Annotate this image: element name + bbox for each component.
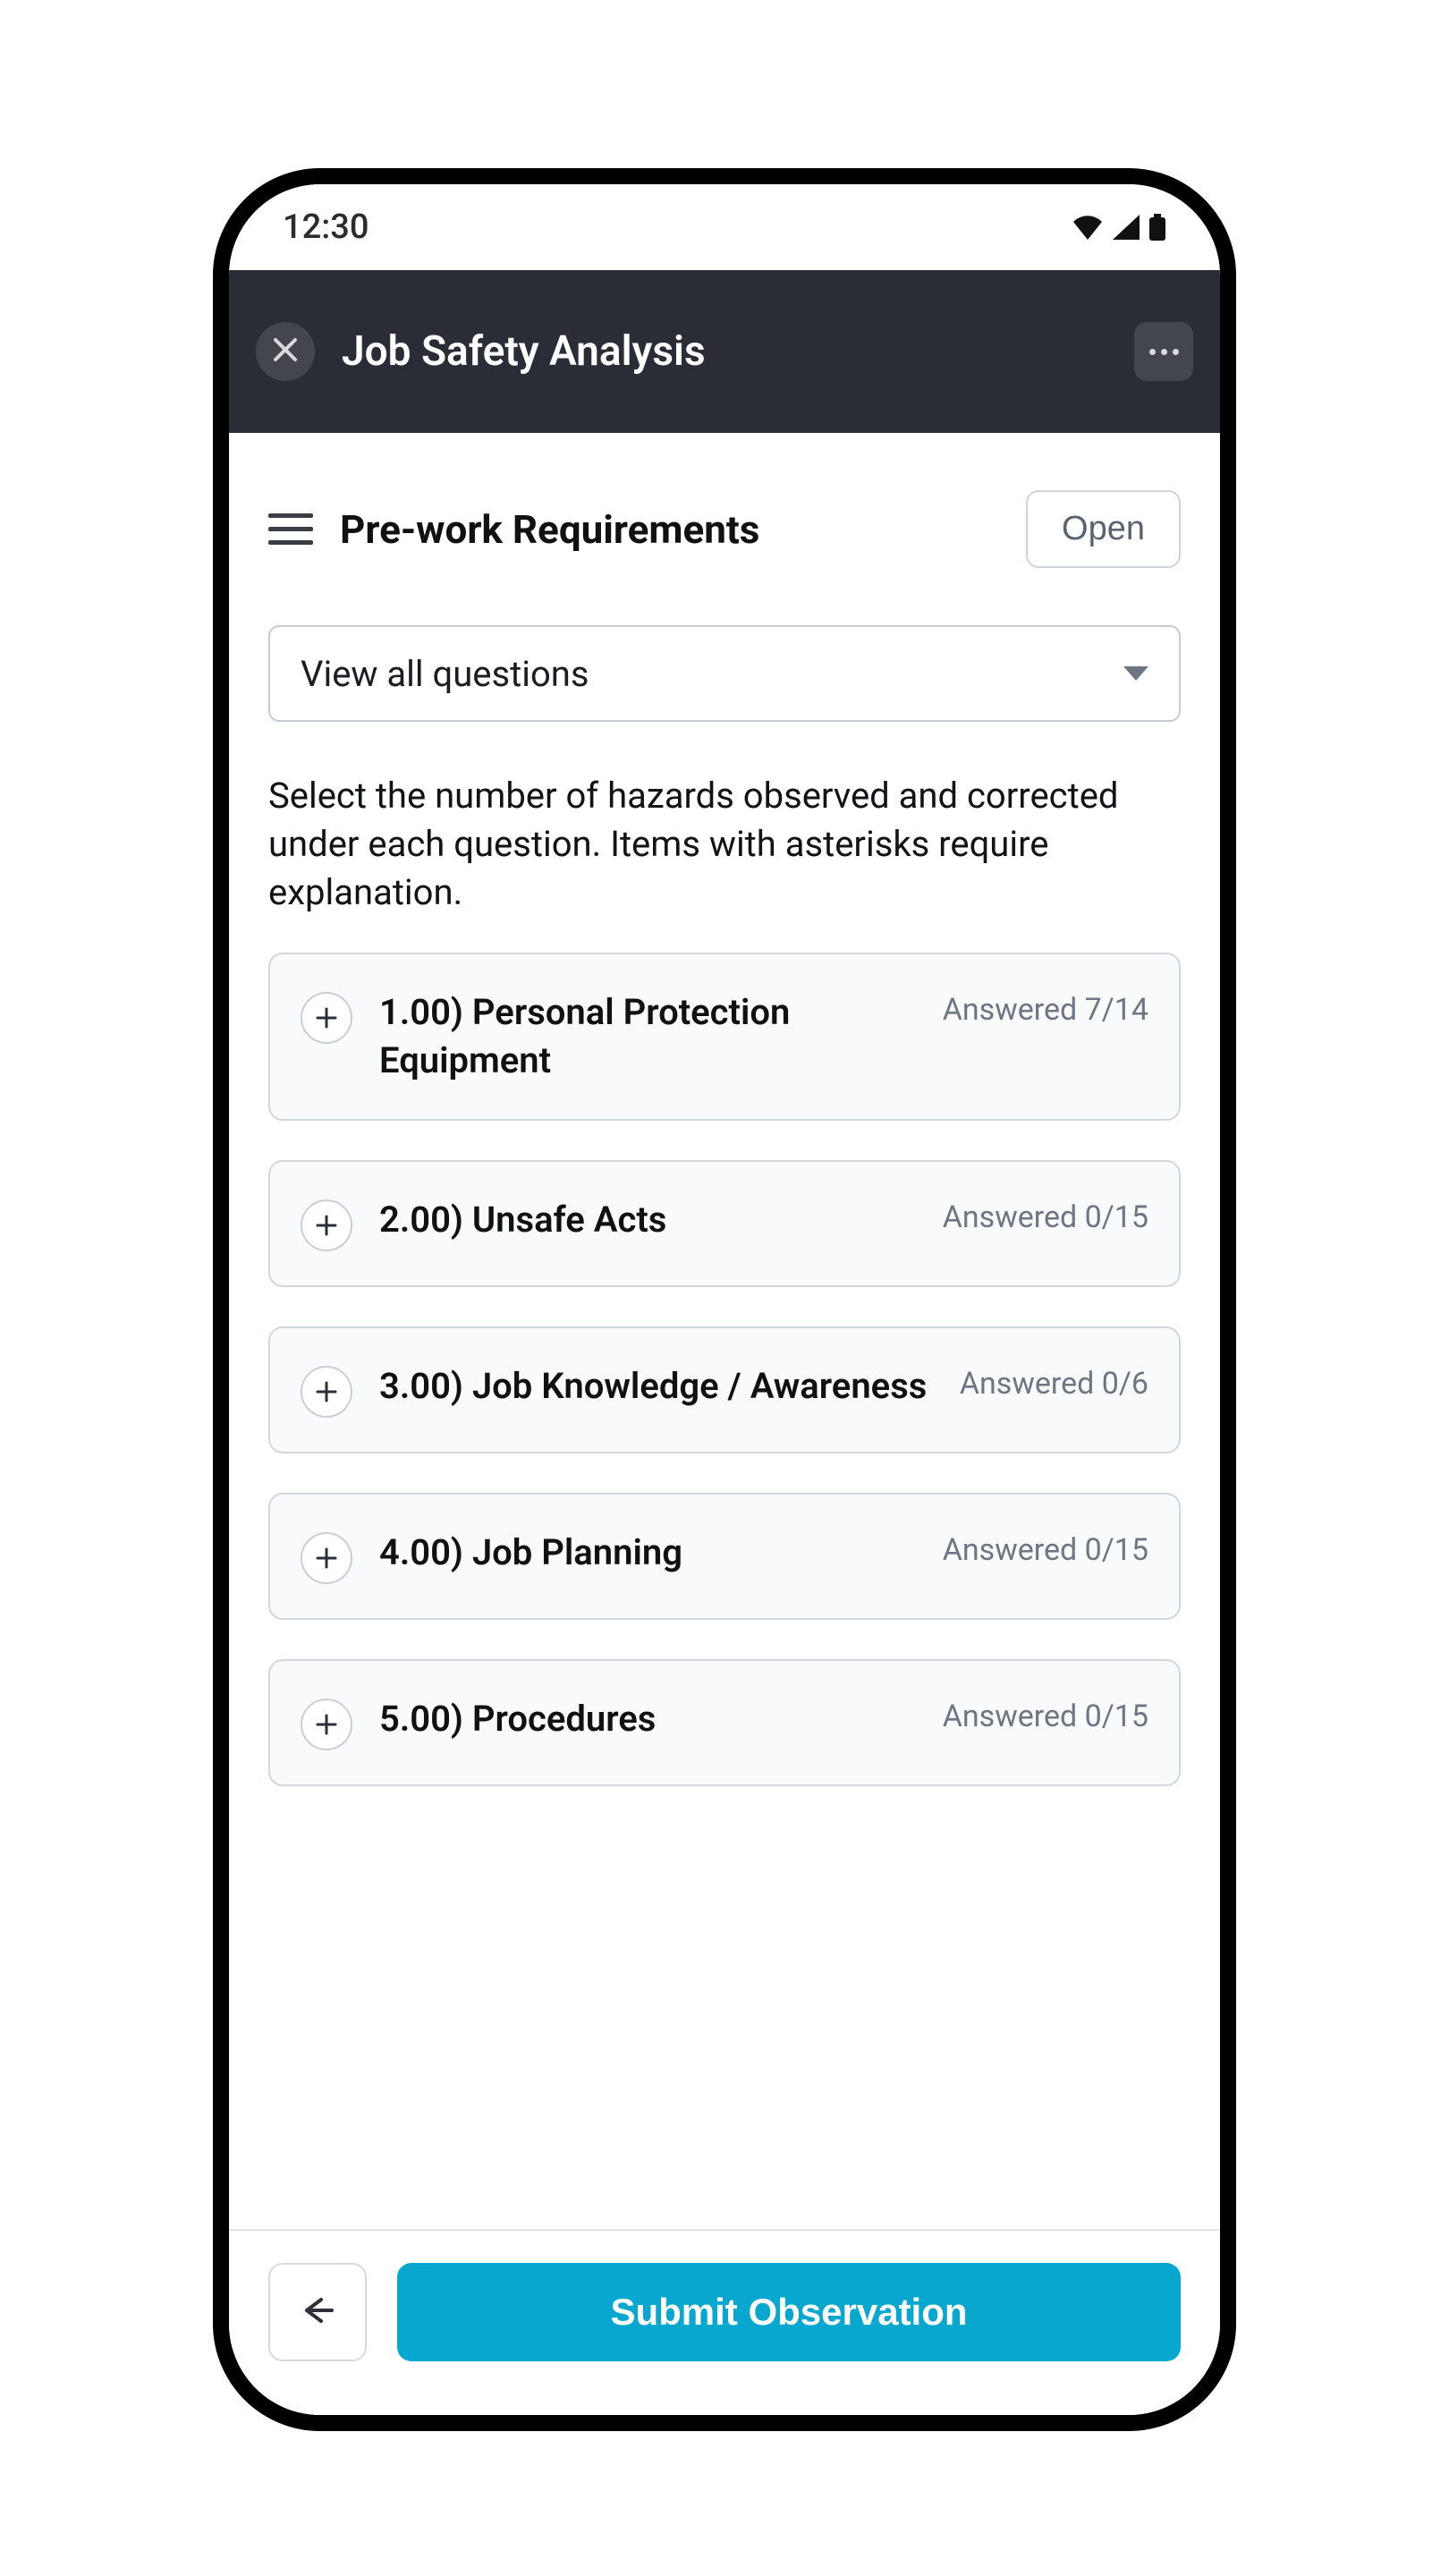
status-bar: 12:30 (229, 184, 1220, 270)
status-time: 12:30 (283, 208, 369, 247)
status-icons (1072, 214, 1166, 241)
plus-icon (315, 1380, 338, 1403)
question-group-item[interactable]: 5.00) Procedures Answered 0/15 (268, 1659, 1181, 1786)
question-group-title: 3.00) Job Knowledge / Awareness (379, 1362, 942, 1411)
phone-frame: 12:30 (213, 168, 1236, 2431)
wifi-icon (1072, 215, 1104, 240)
question-group-title: 4.00) Job Planning (379, 1529, 925, 1577)
plus-icon (315, 1214, 338, 1237)
expand-button[interactable] (301, 992, 352, 1044)
plus-icon (315, 1546, 338, 1570)
content-area: Pre-work Requirements Open View all ques… (229, 433, 1220, 2415)
more-icon (1149, 349, 1179, 355)
app-title: Job Safety Analysis (342, 327, 1107, 376)
question-group-status: Answered 0/15 (943, 1529, 1148, 1568)
plus-icon (315, 1006, 338, 1030)
section-header: Pre-work Requirements Open (229, 433, 1220, 595)
more-button[interactable] (1134, 322, 1193, 381)
submit-button[interactable]: Submit Observation (397, 2263, 1181, 2361)
question-group-status: Answered 7/14 (943, 988, 1148, 1028)
expand-button[interactable] (301, 1699, 352, 1750)
instruction-text: Select the number of hazards observed an… (268, 772, 1181, 917)
open-button[interactable]: Open (1026, 490, 1181, 568)
question-group-title: 5.00) Procedures (379, 1695, 925, 1743)
footer-bar: Submit Observation (229, 2229, 1220, 2415)
section-title: Pre-work Requirements (340, 506, 999, 553)
app-bar: Job Safety Analysis (229, 270, 1220, 433)
question-group-item[interactable]: 2.00) Unsafe Acts Answered 0/15 (268, 1160, 1181, 1287)
close-icon (272, 336, 299, 367)
question-group-status: Answered 0/15 (943, 1196, 1148, 1235)
close-button[interactable] (256, 322, 315, 381)
filter-dropdown[interactable]: View all questions (268, 625, 1181, 722)
question-group-item[interactable]: 4.00) Job Planning Answered 0/15 (268, 1493, 1181, 1620)
plus-icon (315, 1713, 338, 1736)
arrow-left-icon (300, 2296, 335, 2328)
menu-button[interactable] (268, 513, 313, 545)
question-group-item[interactable]: 3.00) Job Knowledge / Awareness Answered… (268, 1326, 1181, 1453)
expand-button[interactable] (301, 1532, 352, 1584)
expand-button[interactable] (301, 1199, 352, 1251)
chevron-down-icon (1123, 666, 1148, 681)
back-button[interactable] (268, 2263, 367, 2361)
expand-button[interactable] (301, 1366, 352, 1418)
question-group-status: Answered 0/6 (960, 1362, 1148, 1402)
question-group-list: 1.00) Personal Protection Equipment Answ… (268, 953, 1181, 1786)
question-group-title: 1.00) Personal Protection Equipment (379, 988, 925, 1085)
question-group-item[interactable]: 1.00) Personal Protection Equipment Answ… (268, 953, 1181, 1121)
question-group-status: Answered 0/15 (943, 1695, 1148, 1734)
filter-dropdown-label: View all questions (301, 653, 589, 695)
cellular-icon (1113, 215, 1140, 240)
question-group-title: 2.00) Unsafe Acts (379, 1196, 925, 1244)
battery-icon (1148, 214, 1166, 241)
